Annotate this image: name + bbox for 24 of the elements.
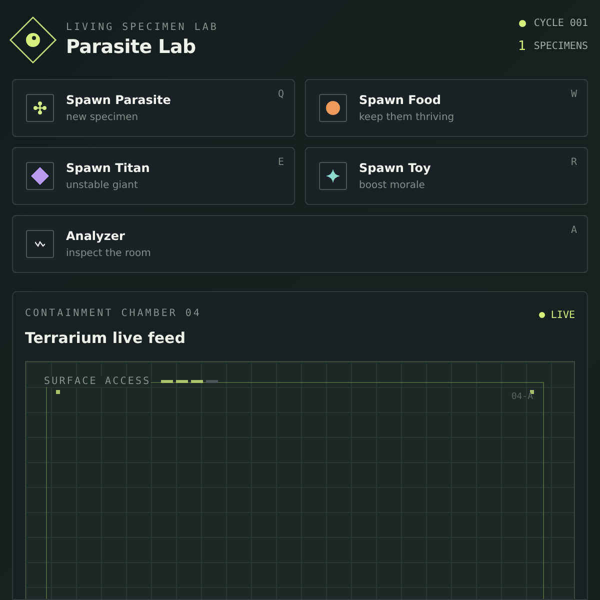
zone-tag: 04-A	[511, 392, 533, 402]
zigzag-icon	[35, 241, 45, 247]
chamber-label: CONTAINMENT CHAMBER 04	[25, 308, 202, 319]
cycle-label: CYCLE 001	[534, 18, 588, 29]
sparkle-icon	[326, 169, 340, 183]
action-button[interactable]: Spawn Parasite new specimen Q	[12, 79, 295, 137]
action-button[interactable]: Analyzer inspect the room A	[12, 215, 588, 273]
corner-marker	[530, 390, 534, 394]
status-dot	[518, 20, 526, 27]
dots-cross-icon	[33, 101, 47, 115]
live-label: LIVE	[550, 310, 575, 320]
specimens-label: SPECIMENS	[534, 41, 588, 52]
live-dot	[538, 312, 545, 318]
app-title: Parasite Lab	[66, 36, 197, 58]
surface-access-label: SURFACE ACCESS	[44, 376, 151, 387]
action-button[interactable]: Spawn Toy boost morale R	[305, 147, 588, 205]
circle-icon	[326, 101, 340, 115]
corner-marker	[56, 390, 60, 394]
specimen-count: 1	[518, 39, 526, 54]
action-button[interactable]: Spawn Titan unstable giant E	[12, 147, 295, 205]
diamond-icon	[31, 167, 49, 185]
chamber-title: Terrarium live feed	[25, 329, 186, 347]
action-button[interactable]: Spawn Food keep them thriving W	[305, 79, 588, 137]
lab-subtitle: LIVING SPECIMEN LAB	[66, 22, 218, 33]
